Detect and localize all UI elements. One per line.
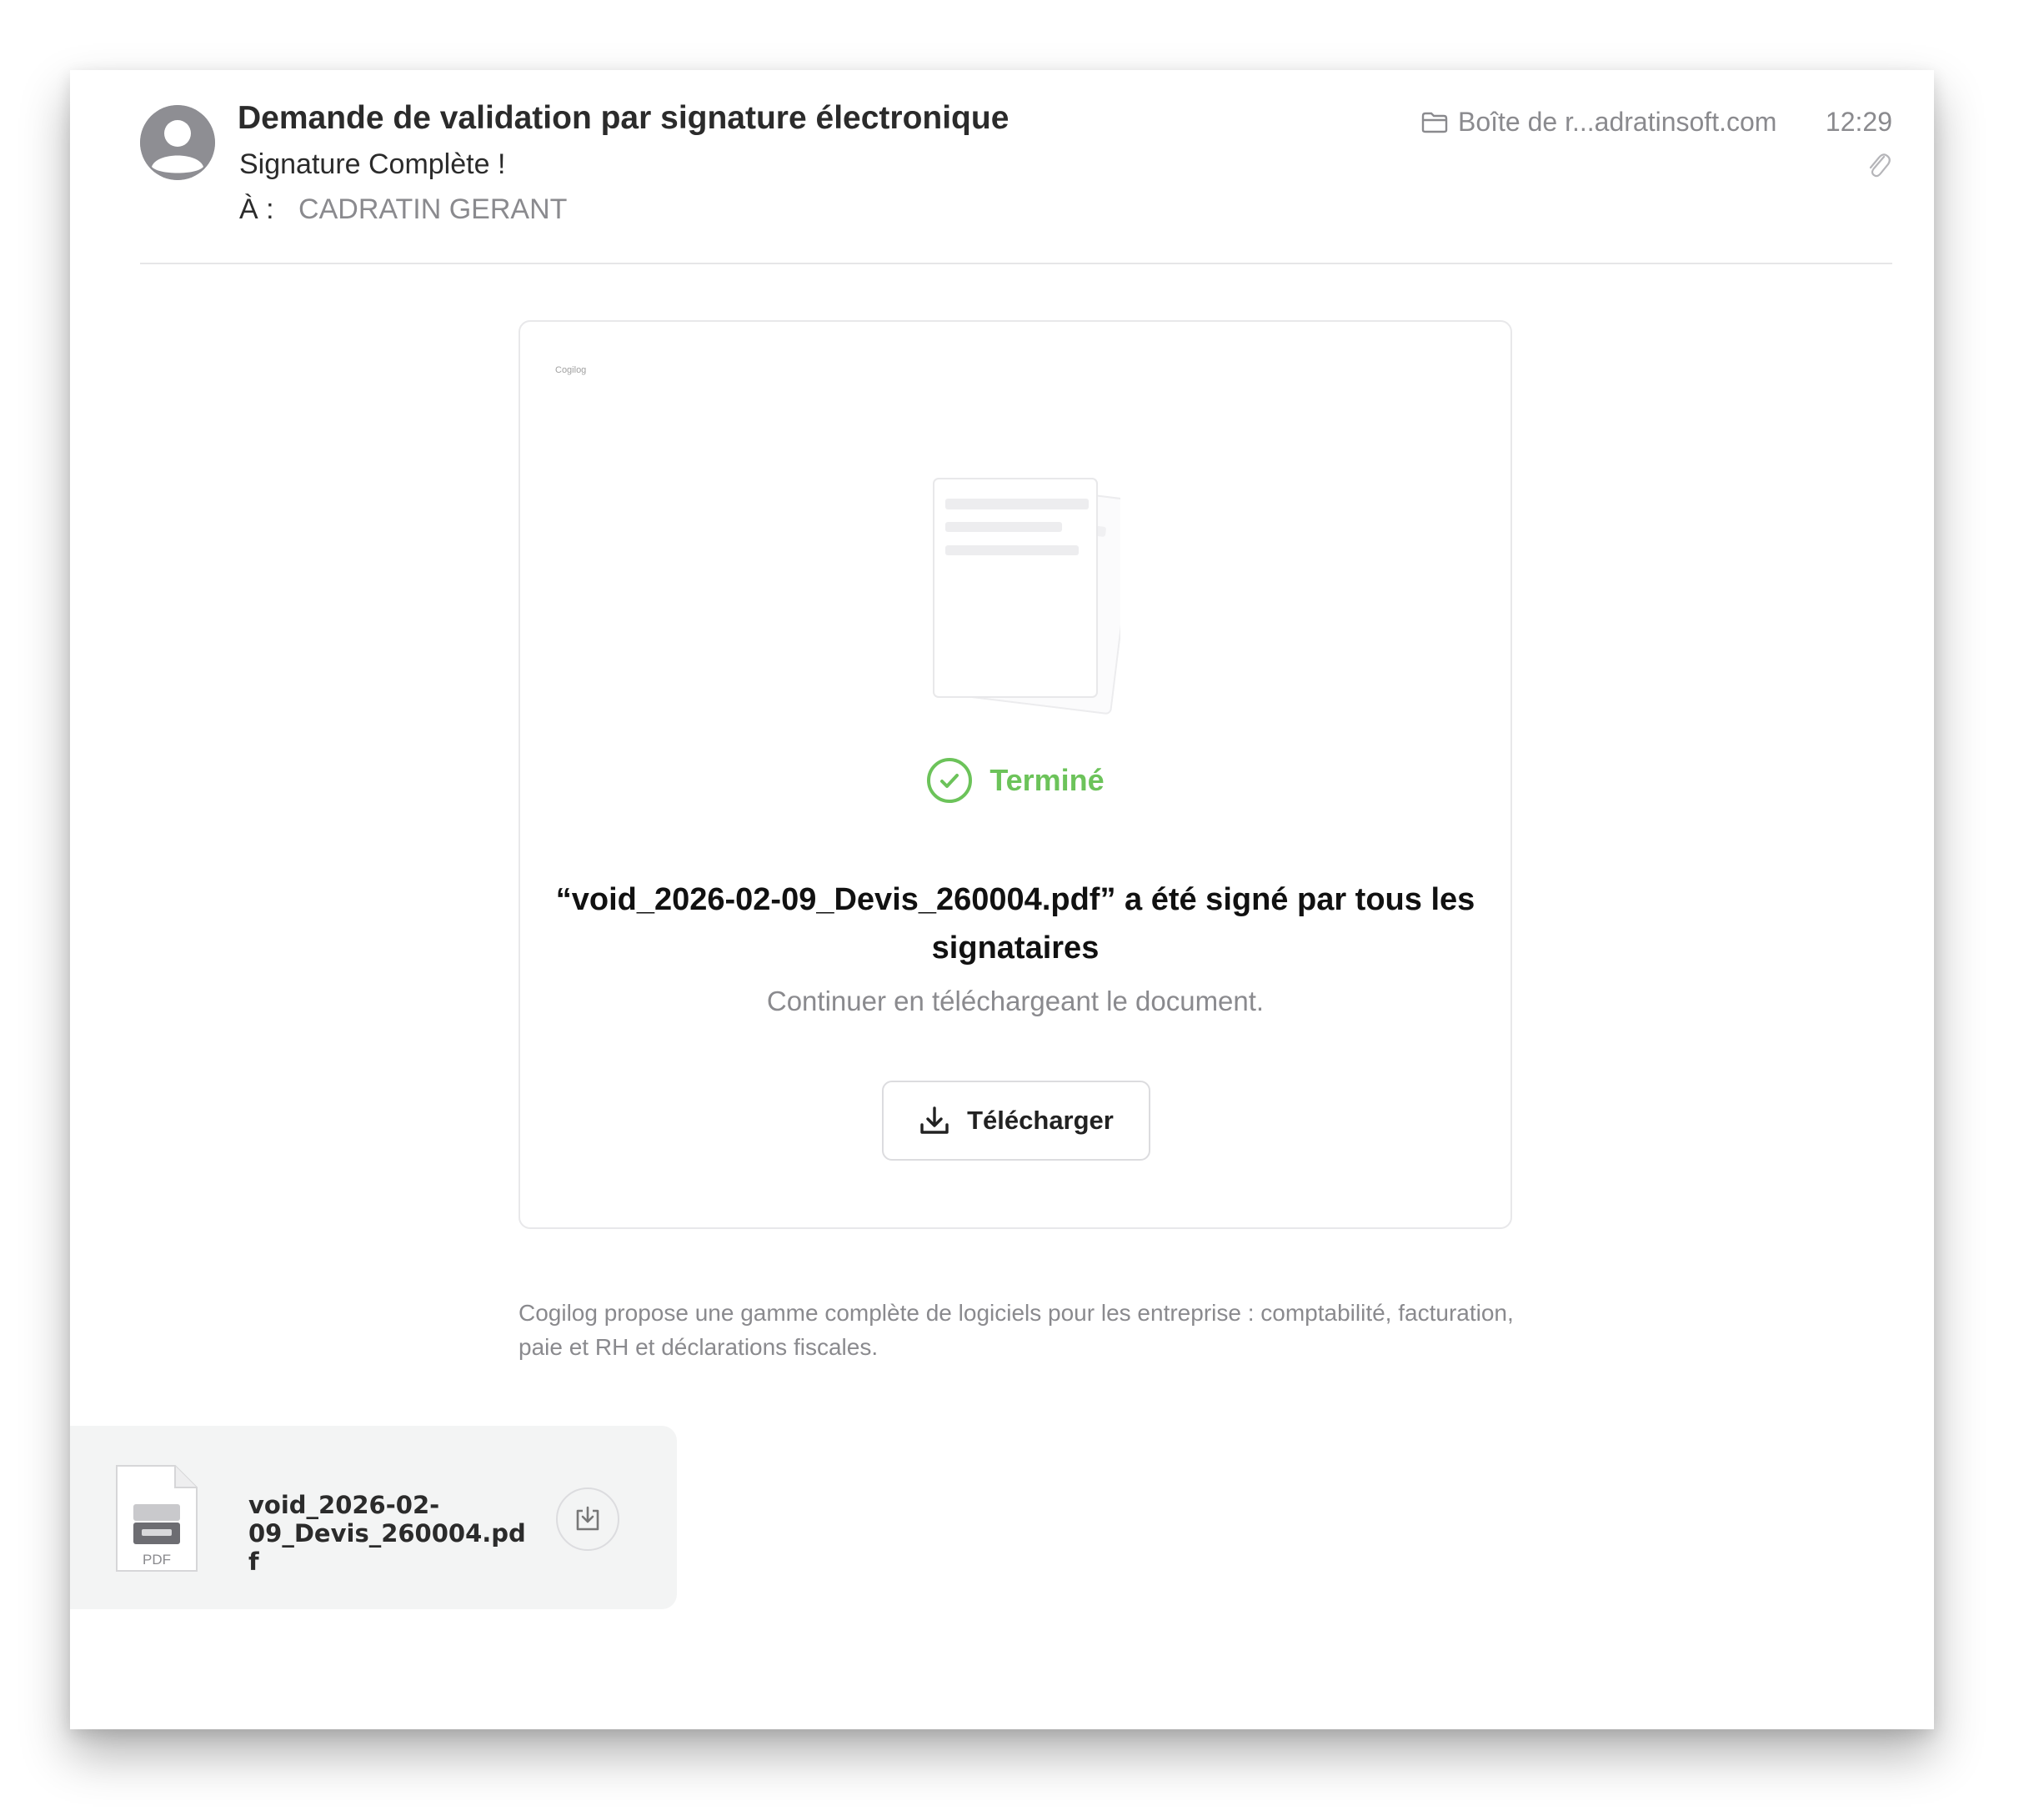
message-sender[interactable]: Signature Complète ! (239, 148, 505, 181)
download-icon (920, 1106, 949, 1134)
save-download-icon (576, 1506, 599, 1531)
attachment-item[interactable]: PDF void_2026-02-09_Devis_260004.pdf (70, 1426, 677, 1609)
recipient-name[interactable]: CADRATIN GERANT (298, 193, 567, 225)
check-circle-icon (927, 758, 973, 803)
brand-logo: Cogilog (555, 365, 587, 375)
signed-message: “void_2026-02-09_Devis_260004.pdf” a été… (555, 882, 1475, 966)
footer-text: Cogilog propose une gamme complète de lo… (519, 1300, 1514, 1360)
mailbox-location[interactable]: Boîte de r...adratinsoft.com (1421, 107, 1776, 138)
download-button-label: Télécharger (967, 1106, 1114, 1135)
attachment-filename: void_2026-02-09_Devis_260004.pdf (248, 1491, 526, 1576)
message-subject: Demande de validation par signature élec… (238, 100, 1009, 136)
mail-message-window: Demande de validation par signature élec… (70, 70, 1934, 1729)
status-indicator: Terminé (520, 757, 1510, 804)
recipient-label: À : (239, 193, 274, 225)
status-text: Terminé (989, 763, 1105, 797)
recipient-line: À : CADRATIN GERANT (239, 193, 567, 226)
pdf-file-icon: PDF (113, 1462, 200, 1578)
folder-icon (1421, 112, 1448, 133)
pdf-type-label: PDF (143, 1552, 171, 1568)
download-hint: Continuer en téléchargeant le document. (766, 986, 1265, 1016)
header-divider (140, 263, 1892, 264)
paperclip-icon (1866, 150, 1891, 183)
attachment-save-button[interactable] (556, 1487, 619, 1551)
sender-avatar-icon (140, 105, 215, 180)
mailbox-name: Boîte de r...adratinsoft.com (1458, 107, 1777, 137)
message-time: 12:29 (1825, 107, 1892, 137)
download-button[interactable]: Télécharger (882, 1081, 1150, 1161)
documents-illustration (904, 455, 1137, 726)
signature-status-card: Cogilog Terminé “void_2026-02-09_Devis_2… (519, 320, 1512, 1229)
